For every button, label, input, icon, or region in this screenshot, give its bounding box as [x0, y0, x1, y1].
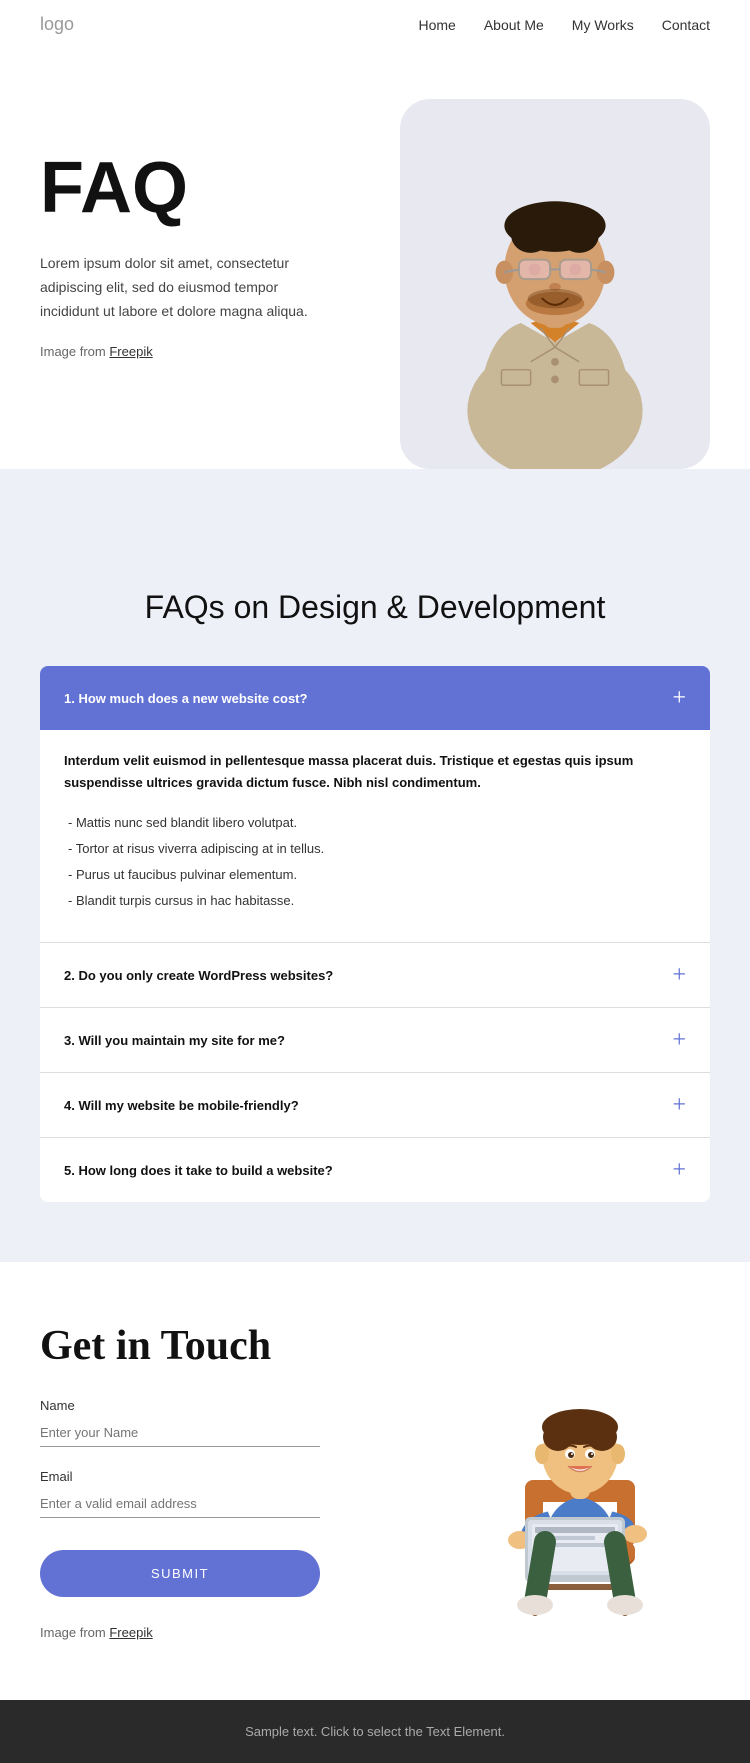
list-item: Tortor at risus viverra adipiscing at in…	[64, 836, 686, 862]
faq-question-3: 3. Will you maintain my site for me?	[64, 1033, 285, 1048]
faq-item-3: 3. Will you maintain my site for me? +	[40, 1007, 710, 1072]
contact-section: Get in Touch Name Email SUBMIT Image fro…	[0, 1262, 750, 1700]
hero-description: Lorem ipsum dolor sit amet, consectetur …	[40, 252, 340, 323]
faq-plus-icon-2: +	[672, 963, 686, 987]
faq-item-1: 1. How much does a new website cost? + I…	[40, 666, 710, 942]
hero-section: FAQ Lorem ipsum dolor sit amet, consecte…	[0, 49, 750, 469]
hero-bg-ext	[0, 469, 750, 529]
contact-illustration	[450, 1322, 710, 1622]
nav-links: Home About Me My Works Contact	[418, 17, 710, 33]
faq-body-lead-1: Interdum velit euismod in pellentesque m…	[64, 750, 686, 794]
navbar: logo Home About Me My Works Contact	[0, 0, 750, 49]
contact-left: Get in Touch Name Email SUBMIT Image fro…	[40, 1322, 430, 1640]
email-form-group: Email	[40, 1469, 430, 1518]
faq-plus-icon-3: +	[672, 1028, 686, 1052]
faq-question-4: 4. Will my website be mobile-friendly?	[64, 1098, 299, 1113]
faq-section: FAQs on Design & Development 1. How much…	[0, 529, 750, 1262]
hero-image	[400, 99, 710, 469]
name-form-group: Name	[40, 1398, 430, 1447]
faq-header-5[interactable]: 5. How long does it take to build a webs…	[40, 1138, 710, 1202]
submit-button[interactable]: SUBMIT	[40, 1550, 320, 1597]
faq-body-list-1: Mattis nunc sed blandit libero volutpat.…	[64, 810, 686, 914]
name-label: Name	[40, 1398, 430, 1413]
contact-title: Get in Touch	[40, 1322, 430, 1370]
email-input[interactable]	[40, 1490, 320, 1518]
list-item: Blandit turpis cursus in hac habitasse.	[64, 888, 686, 914]
faq-header-3[interactable]: 3. Will you maintain my site for me? +	[40, 1008, 710, 1072]
faq-item-2: 2. Do you only create WordPress websites…	[40, 942, 710, 1007]
list-item: Purus ut faucibus pulvinar elementum.	[64, 862, 686, 888]
freepik-link-contact[interactable]: Freepik	[109, 1625, 152, 1640]
faq-header-4[interactable]: 4. Will my website be mobile-friendly? +	[40, 1073, 710, 1137]
hero-person-illustration	[400, 99, 710, 469]
faq-question-2: 2. Do you only create WordPress websites…	[64, 968, 333, 983]
faq-item-5: 5. How long does it take to build a webs…	[40, 1137, 710, 1202]
faq-header-1[interactable]: 1. How much does a new website cost? +	[40, 666, 710, 730]
faq-list: 1. How much does a new website cost? + I…	[40, 666, 710, 1202]
logo: logo	[40, 14, 74, 35]
email-label: Email	[40, 1469, 430, 1484]
nav-about[interactable]: About Me	[484, 17, 544, 33]
footer: Sample text. Click to select the Text El…	[0, 1700, 750, 1763]
hero-image-credit: Image from Freepik	[40, 344, 380, 359]
nav-contact[interactable]: Contact	[662, 17, 710, 33]
hero-title: FAQ	[40, 149, 380, 228]
nav-home[interactable]: Home	[418, 17, 455, 33]
faq-question-1: 1. How much does a new website cost?	[64, 691, 307, 706]
faq-plus-icon-1: +	[672, 686, 686, 710]
nav-works[interactable]: My Works	[572, 17, 634, 33]
faq-question-5: 5. How long does it take to build a webs…	[64, 1163, 333, 1178]
faq-body-1: Interdum velit euismod in pellentesque m…	[40, 730, 710, 942]
faq-header-2[interactable]: 2. Do you only create WordPress websites…	[40, 943, 710, 1007]
contact-person-illustration	[470, 1342, 690, 1622]
faq-plus-icon-5: +	[672, 1158, 686, 1182]
list-item: Mattis nunc sed blandit libero volutpat.	[64, 810, 686, 836]
contact-image-credit: Image from Freepik	[40, 1625, 430, 1640]
faq-section-title: FAQs on Design & Development	[40, 589, 710, 626]
faq-item-4: 4. Will my website be mobile-friendly? +	[40, 1072, 710, 1137]
footer-text: Sample text. Click to select the Text El…	[40, 1724, 710, 1739]
freepik-link-hero[interactable]: Freepik	[109, 344, 152, 359]
faq-plus-icon-4: +	[672, 1093, 686, 1117]
hero-text: FAQ Lorem ipsum dolor sit amet, consecte…	[40, 109, 380, 359]
name-input[interactable]	[40, 1419, 320, 1447]
